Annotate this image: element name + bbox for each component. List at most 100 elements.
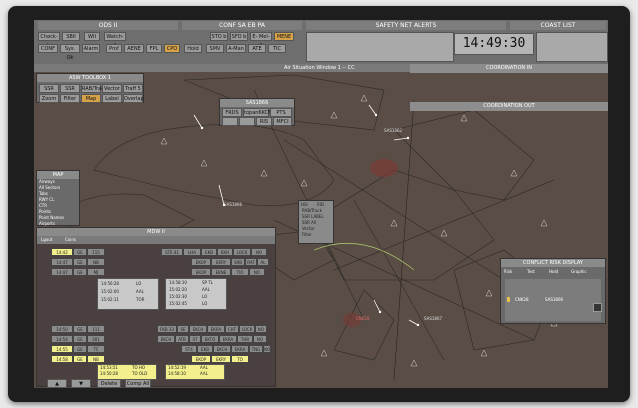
strip-detail-block[interactable]: 14:53:51 TO HO 14:50:28 TO OLD: [97, 364, 157, 380]
detail-time: 14:58:10: [169, 280, 187, 285]
strip-field: EKNE: [211, 268, 231, 276]
strip-field: 115: [87, 248, 105, 256]
ssr-all-button[interactable]: SSR ALL: [60, 84, 80, 101]
strip-field: S7: [189, 335, 201, 343]
sfd-button[interactable]: SFD b: [230, 32, 248, 41]
hold-button[interactable]: Hold: [184, 44, 202, 53]
strip-time: 14:50: [51, 325, 73, 333]
detail-value: AAL: [200, 371, 208, 376]
strip-field: ST4: [181, 345, 197, 353]
strip-detail-block[interactable]: 14:56:28 LO 15:02:00 AAL 15:02:11 TOR: [97, 278, 159, 310]
popup-filter[interactable]: Filter: [302, 232, 312, 238]
detail-value: LO: [202, 294, 208, 299]
strip-detail-block[interactable]: 14:52:19 AAL 14:58:10 AAL: [165, 364, 225, 380]
mene-button[interactable]: MENE: [274, 32, 294, 41]
conflict-callsign[interactable]: SAS1866: [545, 297, 563, 303]
strip-field: EKOP: [191, 355, 211, 363]
test-option[interactable]: Test: [527, 269, 535, 275]
track-label[interactable]: SAS1866: [224, 202, 242, 207]
track-label[interactable]: SAS1867: [424, 316, 442, 321]
check-in-button[interactable]: Check-in: [38, 32, 60, 49]
label-button[interactable]: Label: [102, 94, 122, 103]
strip-field: EKTO: [201, 335, 219, 343]
strip-field: NO: [253, 335, 267, 343]
detail-value: LO: [136, 281, 142, 286]
detail-value: LO: [202, 301, 208, 306]
sbii-button[interactable]: SBII: [62, 32, 80, 41]
strip-row[interactable]: 14:47 GE MJ EKOP EKNE TIO NO: [41, 268, 271, 276]
delete-button[interactable]: Delete: [97, 379, 121, 388]
strip-row[interactable]: 14:50 GE 111 FKB 33 SE EKCH EKRA CHT LOC…: [41, 325, 271, 333]
strip-field: CHT: [225, 325, 239, 333]
tic-button[interactable]: TIC: [268, 44, 286, 53]
conflict-risk-display: CONFLICT RISK DISPLAY Risk Test Hold Gra…: [500, 258, 606, 324]
ods-title: ODS II: [38, 21, 178, 30]
coast-list-panel[interactable]: [536, 32, 608, 62]
watch-ii-button[interactable]: Watch-II: [104, 32, 126, 49]
ssr-label-button[interactable]: SSR Label: [39, 84, 59, 101]
a-man-button[interactable]: A-Man: [226, 44, 246, 53]
callsign-field[interactable]: [239, 117, 255, 126]
strip-row[interactable]: 14:47 GE NB EKOP EKRY SRB RAT AL: [41, 258, 271, 266]
cpo-button[interactable]: CPO: [164, 44, 180, 53]
strip-field: THR: [237, 335, 253, 343]
callsign-field[interactable]: MFCI: [273, 117, 292, 126]
detail-value: TO OLD: [132, 371, 148, 376]
e-mel-button[interactable]: E- Mel-II: [250, 32, 272, 49]
alarm-button[interactable]: Alarm: [82, 44, 100, 53]
safety-net-alert-list[interactable]: [306, 32, 454, 62]
detail-time: 15:02:45: [169, 301, 187, 306]
scroll-down-button[interactable]: ▼: [71, 379, 91, 388]
coordination-in-header[interactable]: COORDINATION IN: [410, 64, 608, 73]
smv-button[interactable]: SMV: [206, 44, 224, 53]
conflict-indicator: [507, 297, 510, 302]
strip-row[interactable]: 14:58 GE NB EKOP EKRY TO: [41, 355, 271, 363]
rab-track-button[interactable]: RAB/Track: [81, 84, 107, 93]
risk-option[interactable]: Risk: [504, 269, 512, 275]
scroll-up-button[interactable]: ▲: [47, 379, 67, 388]
callsign-field[interactable]: [222, 117, 238, 126]
logout-menu[interactable]: Lgout: [41, 237, 52, 243]
conflict-close-box[interactable]: [593, 303, 602, 312]
overlap-button[interactable]: Overlap: [123, 94, 144, 103]
strip-time: 14:58: [51, 355, 73, 363]
callsign-window[interactable]: SAS1866 FRDS 36 topan6KCM PTS RIS MFCI: [219, 98, 295, 126]
sto-button[interactable]: STO b: [210, 32, 228, 41]
track-label[interactable]: SAS1862: [384, 128, 402, 133]
strip-row[interactable]: 14:55 GE TC ST4 EKB EKCH EKRA TNG NO: [41, 345, 271, 353]
strip-row[interactable]: 14:54 GE 301 EKCH ATB S7 EKTO EKRA THR N…: [41, 335, 271, 343]
strip-field: NB: [87, 258, 105, 266]
wii-button[interactable]: WII: [84, 32, 100, 41]
strip-detail-block[interactable]: 14:58:10 SP TL 15:02:20 AAL 15:02:30 LO …: [165, 278, 227, 310]
hold-option[interactable]: Hold: [549, 269, 558, 275]
traff-button[interactable]: Traff 5: [123, 84, 143, 93]
aene-button[interactable]: AENE: [124, 44, 144, 53]
strip-field: EKRY: [211, 258, 231, 266]
track-label[interactable]: CNK28: [356, 316, 370, 321]
callsign-field[interactable]: RIS: [256, 117, 272, 126]
sys-ok-button[interactable]: Sys. Ok: [60, 44, 80, 61]
detail-time: 14:50:28: [100, 371, 118, 376]
strip-time: 14:54: [51, 335, 73, 343]
conf-button[interactable]: CONF: [38, 44, 58, 53]
monitor-bezel: SAS1866 SAS1862 CNK28 SAS1867 ODS II CON…: [8, 6, 630, 402]
ate-button[interactable]: ATE: [248, 44, 266, 53]
prof-button[interactable]: Prof: [106, 44, 122, 53]
filter-button[interactable]: Filter: [60, 94, 80, 103]
callsign-field[interactable]: topan6KCM: [243, 108, 272, 117]
graphic-option[interactable]: Graphic: [571, 269, 587, 275]
strip-row[interactable]: 14:42 GE 115 STE 41 LHA EKB EKH LOCK NO: [41, 248, 271, 256]
strip-field: NO: [263, 345, 271, 353]
map-button[interactable]: Map: [81, 94, 101, 103]
vector-button[interactable]: Vector 5: [102, 84, 122, 101]
comp-all-button[interactable]: Comp All: [125, 379, 151, 388]
strip-field: FKB 33: [157, 325, 177, 333]
callsign-field[interactable]: FRDS 36: [222, 108, 242, 125]
conflict-callsign[interactable]: CNK28: [515, 297, 529, 303]
coordination-out-header[interactable]: COORDINATION OUT: [410, 102, 608, 111]
fpl-button[interactable]: FPL: [146, 44, 162, 53]
zoom-button[interactable]: Zoom: [39, 94, 59, 103]
detail-value: AAL: [202, 287, 210, 292]
callsign-field[interactable]: PTS: [270, 108, 292, 117]
coins-menu[interactable]: Coins: [65, 237, 76, 243]
